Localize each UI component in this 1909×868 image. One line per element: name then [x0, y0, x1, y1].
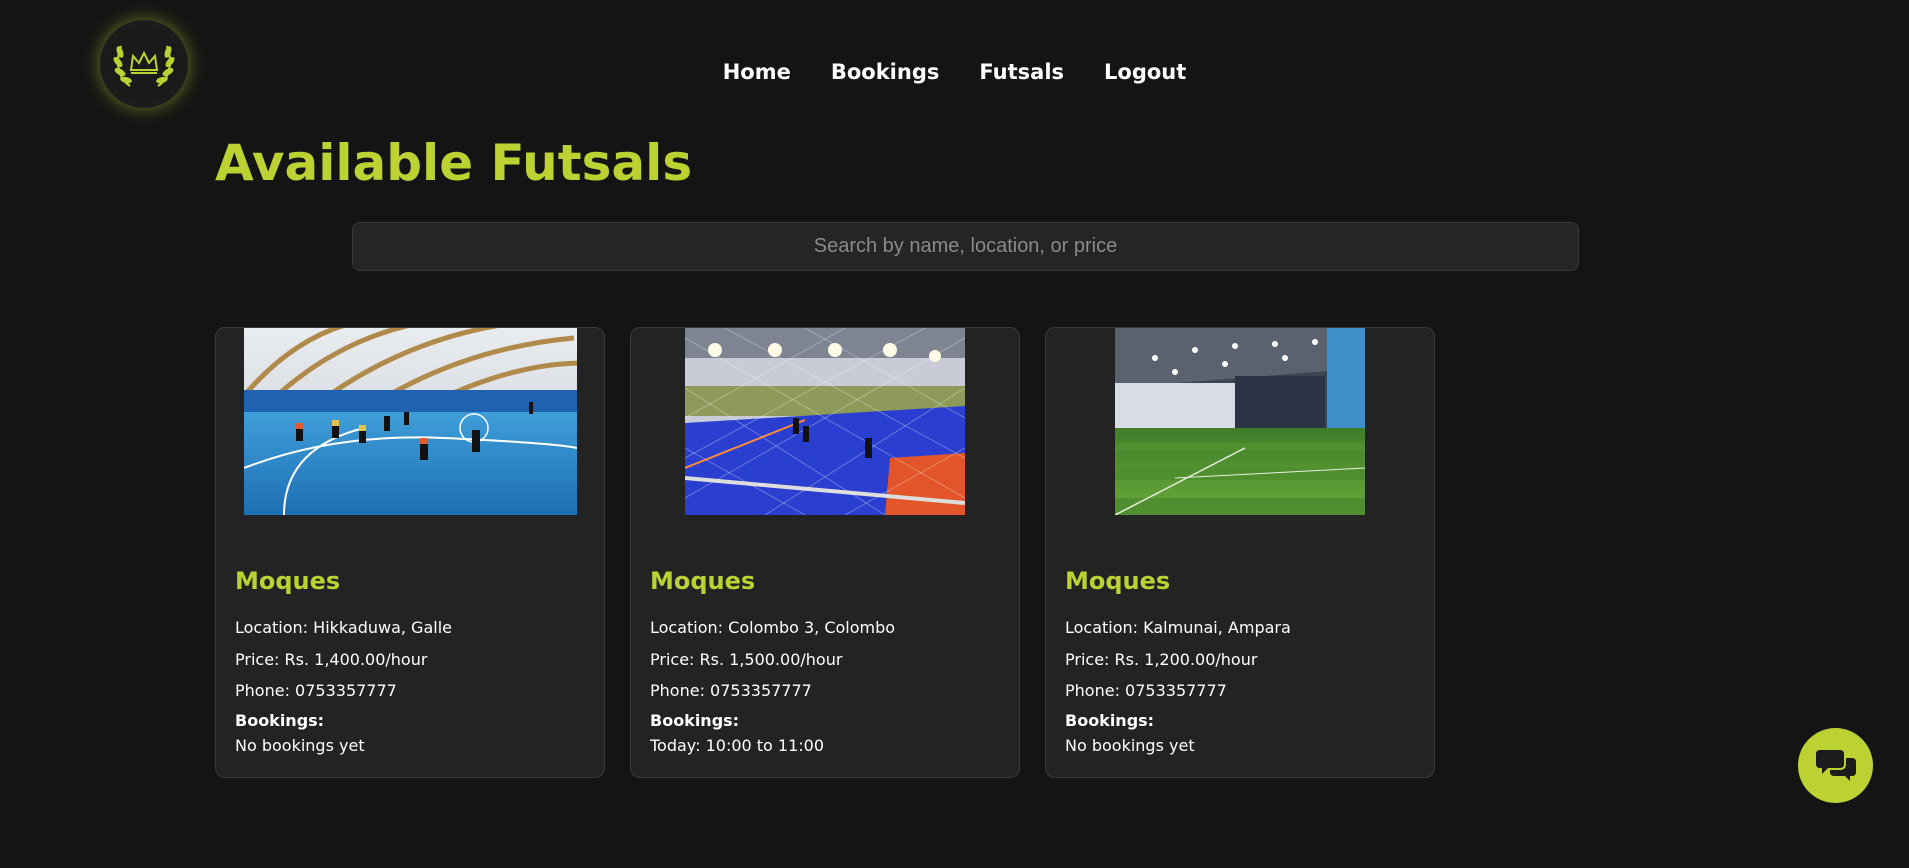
futsal-location: Location: Hikkaduwa, Galle: [235, 618, 452, 637]
card-details: Moques Location: Colombo 3, Colombo Pric…: [650, 564, 1003, 759]
futsal-phone: Phone: 0753357777: [1065, 681, 1227, 700]
bookings-label: Bookings:: [1065, 710, 1155, 730]
page: Home Bookings Futsals Logout Available F…: [0, 0, 1909, 868]
futsal-card[interactable]: Moques Location: Colombo 3, Colombo Pric…: [630, 327, 1020, 778]
bookings-label: Bookings:: [650, 710, 740, 730]
page-title: Available Futsals: [215, 134, 693, 192]
futsal-price: Price: Rs. 1,200.00/hour: [1065, 649, 1258, 669]
card-details: Moques Location: Hikkaduwa, Galle Price:…: [235, 564, 588, 759]
futsal-price: Price: Rs. 1,400.00/hour: [235, 649, 428, 669]
futsal-name[interactable]: Moques: [650, 564, 1003, 598]
netted-futsal-court-photo: [685, 328, 965, 515]
futsal-location: Location: Kalmunai, Ampara: [1065, 618, 1291, 637]
bookings-label: Bookings:: [235, 710, 325, 730]
futsal-card[interactable]: Moques Location: Hikkaduwa, Galle Price:…: [215, 327, 605, 778]
futsal-phone: Phone: 0753357777: [650, 681, 812, 700]
futsal-phone: Phone: 0753357777: [235, 681, 397, 700]
nav-bookings-link[interactable]: Bookings: [831, 56, 940, 88]
nav-logout-link[interactable]: Logout: [1104, 56, 1186, 88]
nav-futsals-link[interactable]: Futsals: [979, 56, 1064, 88]
main-nav: Home Bookings Futsals Logout: [0, 56, 1909, 88]
futsal-name[interactable]: Moques: [1065, 564, 1418, 598]
futsal-card[interactable]: Moques Location: Kalmunai, Ampara Price:…: [1045, 327, 1435, 778]
indoor-futsal-court-blue-photo: [243, 328, 577, 515]
indoor-turf-field-photo: [1115, 328, 1365, 515]
futsal-name[interactable]: Moques: [235, 564, 588, 598]
bookings-value: No bookings yet: [1065, 735, 1195, 755]
bookings-value: Today: 10:00 to 11:00: [650, 735, 825, 755]
futsal-card-list: Moques Location: Hikkaduwa, Galle Price:…: [215, 327, 1435, 778]
futsal-price: Price: Rs. 1,500.00/hour: [650, 649, 843, 669]
search-input[interactable]: [352, 222, 1579, 271]
bookings-value: No bookings yet: [235, 735, 365, 755]
card-details: Moques Location: Kalmunai, Ampara Price:…: [1065, 564, 1418, 759]
futsal-location: Location: Colombo 3, Colombo: [650, 618, 896, 637]
nav-home-link[interactable]: Home: [723, 56, 791, 88]
chat-bubbles-icon: [1815, 749, 1856, 781]
chat-button[interactable]: [1798, 728, 1873, 803]
